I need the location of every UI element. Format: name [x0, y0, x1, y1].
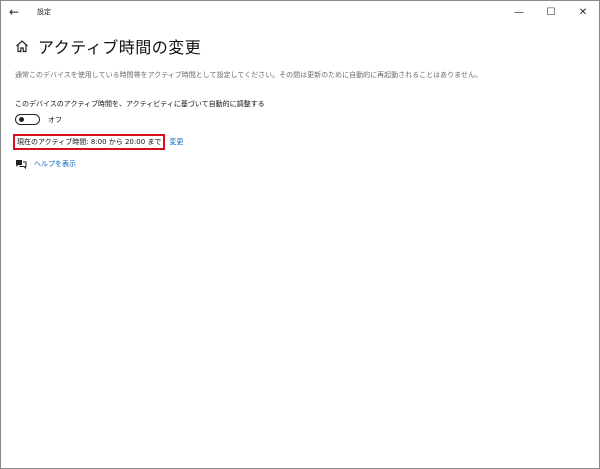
back-button[interactable]: ←: [1, 1, 27, 23]
minimize-icon: —: [514, 6, 524, 18]
close-icon: ✕: [578, 6, 588, 18]
help-row[interactable]: ヘルプを表示: [15, 159, 76, 169]
active-hours-row: 現在のアクティブ時間: 8:00 から 20:00 まで 変更: [13, 134, 183, 150]
back-arrow-icon: ←: [8, 5, 20, 19]
page-header: アクティブ時間の変更: [15, 34, 201, 58]
window-controls: — ☐ ✕: [503, 1, 599, 23]
home-icon[interactable]: [15, 39, 29, 53]
maximize-button[interactable]: ☐: [535, 1, 567, 23]
auto-adjust-toggle[interactable]: [15, 114, 40, 125]
current-active-hours-text: 現在のアクティブ時間: 8:00 から 20:00 まで: [17, 138, 162, 146]
page-title: アクティブ時間の変更: [38, 38, 202, 57]
toggle-knob: [19, 117, 24, 122]
help-chat-icon: [16, 160, 27, 169]
page-description: 通常このデバイスを使用している時間帯をアクティブ時間として設定してください。その…: [15, 71, 482, 79]
close-button[interactable]: ✕: [567, 1, 599, 23]
maximize-icon: ☐: [546, 6, 556, 18]
app-title: 設定: [37, 8, 51, 16]
settings-window: ← 設定 — ☐ ✕ アクティブ時間の変更 通常このデバイスを使用している時間帯…: [0, 0, 600, 469]
title-bar: ← 設定 — ☐ ✕: [1, 1, 599, 23]
change-active-hours-link[interactable]: 変更: [169, 137, 183, 147]
minimize-button[interactable]: —: [503, 1, 535, 23]
current-active-hours-highlight: 現在のアクティブ時間: 8:00 から 20:00 まで: [13, 134, 166, 150]
toggle-state-label: オフ: [48, 115, 62, 124]
auto-adjust-label: このデバイスのアクティブ時間を、アクティビティに基づいて自動的に調整する: [15, 100, 265, 108]
auto-adjust-toggle-row: オフ: [15, 114, 62, 125]
show-help-link[interactable]: ヘルプを表示: [34, 159, 76, 169]
